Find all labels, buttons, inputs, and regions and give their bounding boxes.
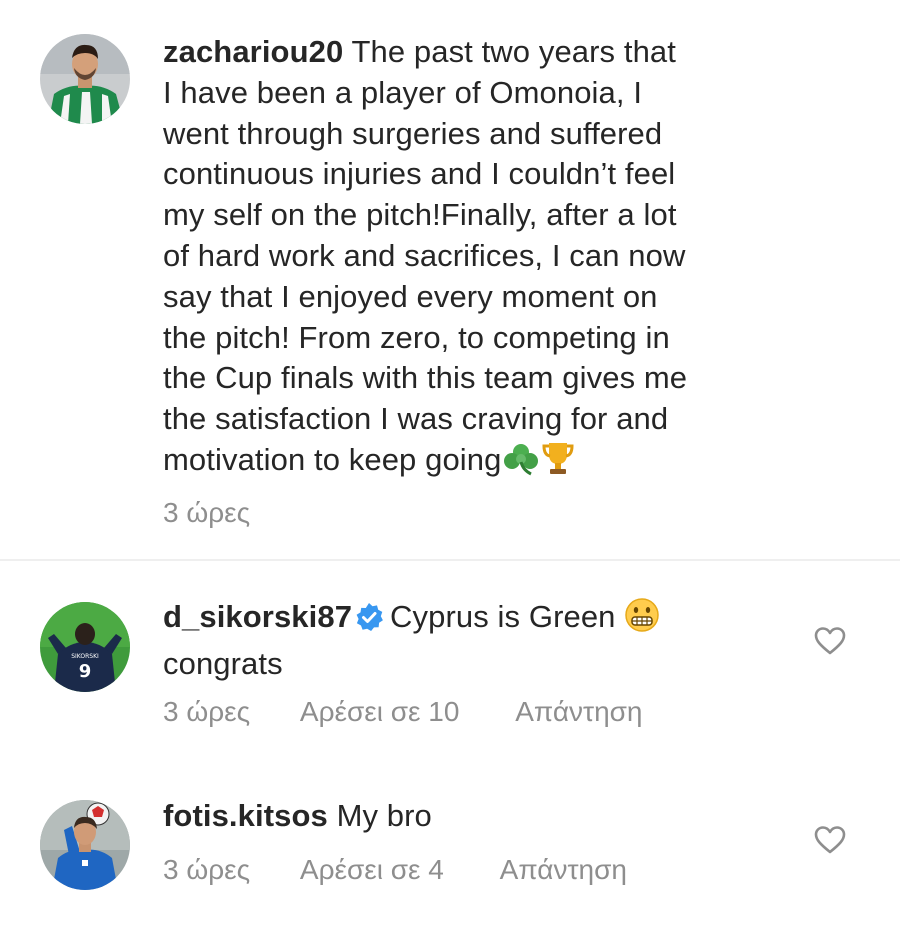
avatar-d-sikorski87[interactable]: SIKORSKI 9 — [40, 602, 130, 692]
caption-line: of hard work and sacrifices, I can now — [163, 237, 686, 273]
comment-body: d_sikorski87 Cyprus is Green congrats — [163, 597, 660, 685]
caption-line: I have been a player of Omonoia, I — [163, 74, 643, 110]
caption-text: zachariou20 The past two years that I ha… — [163, 32, 687, 487]
avatar-image — [40, 34, 130, 124]
comment-body: fotis.kitsos My bro — [163, 796, 432, 837]
grimacing-face-emoji — [624, 597, 660, 644]
comment-text: Cyprus is Green — [390, 599, 616, 634]
comment-timestamp: 3 ώρες — [163, 696, 251, 727]
comment-meta: 3 ώρες Αρέσει σε 4 Απάντηση — [163, 854, 627, 886]
avatar-image — [40, 800, 130, 890]
comment-username[interactable]: d_sikorski87 — [163, 599, 352, 634]
caption-line: say that I enjoyed every moment on — [163, 278, 658, 314]
comment-meta: 3 ώρες Αρέσει σε 10 Απάντηση — [163, 696, 643, 728]
comment-text: My bro — [336, 798, 432, 833]
verified-badge-icon — [354, 602, 384, 632]
comment-timestamp: 3 ώρες — [163, 854, 251, 885]
caption-meta: 3 ώρες — [163, 497, 250, 529]
likes-count-link[interactable]: Αρέσει σε 10 — [300, 696, 460, 728]
like-heart-button[interactable] — [814, 825, 846, 855]
like-heart-button[interactable] — [814, 626, 846, 656]
svg-text:SIKORSKI: SIKORSKI — [71, 653, 99, 660]
avatar-zachariou20[interactable] — [40, 34, 130, 124]
divider — [0, 559, 900, 561]
post-caption: zachariou20 The past two years that I ha… — [0, 0, 900, 560]
svg-text:9: 9 — [79, 661, 92, 682]
caption-line: the satisfaction I was craving for and — [163, 401, 669, 437]
caption-line: went through surgeries and suffered — [163, 115, 663, 151]
reply-button[interactable]: Απάντηση — [500, 854, 627, 886]
heart-outline-icon — [814, 826, 846, 854]
caption-timestamp: 3 ώρες — [163, 497, 251, 528]
caption-line: motivation to keep going — [163, 441, 502, 477]
comment-text-line: congrats — [163, 645, 283, 681]
heart-outline-icon — [814, 627, 846, 655]
reply-button[interactable]: Απάντηση — [515, 696, 642, 728]
trophy-emoji — [541, 440, 575, 487]
caption-line: the pitch! From zero, to competing in — [163, 319, 670, 355]
caption-line: my self on the pitch!Finally, after a lo… — [163, 197, 677, 233]
likes-count-link[interactable]: Αρέσει σε 4 — [300, 854, 444, 886]
shamrock-emoji — [501, 442, 541, 487]
caption-username[interactable]: zachariou20 — [163, 34, 343, 69]
caption-line: continuous injuries and I couldn’t feel — [163, 156, 676, 192]
comment-username[interactable]: fotis.kitsos — [163, 798, 328, 833]
avatar-image: SIKORSKI 9 — [40, 602, 130, 692]
caption-line: the Cup finals with this team gives me — [163, 360, 688, 396]
avatar-fotis-kitsos[interactable] — [40, 800, 130, 890]
caption-line: The past two years that — [351, 34, 676, 69]
